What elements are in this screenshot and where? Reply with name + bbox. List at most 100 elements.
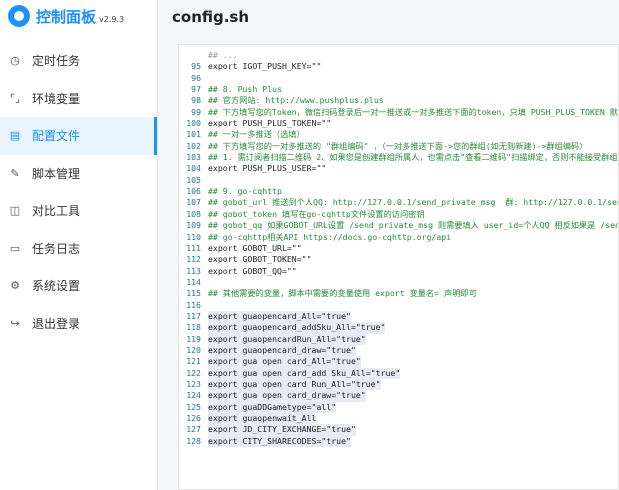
code-line[interactable]: 125 export guaDDGametype="all" [179, 401, 618, 413]
sidebar-item-6[interactable]: ▭ 任务日志 [0, 230, 157, 268]
line-text: ## 9. go-cqhttp [208, 186, 282, 197]
line-number: 128 [186, 435, 201, 446]
line-text: ## gobot_qq 如果GOBOT_URL设置 /send_private_… [208, 220, 618, 231]
sidebar: 控制面板 v2.9.3 ◷ 定时任务 ⌜⌟ 环境变量 ▤ 配置文件 ✎ 脚本管理 ◫ 对比工具 ▭ 任… [0, 0, 158, 490]
line-number: 100 [186, 118, 201, 129]
folder-icon: ▭ [9, 241, 21, 255]
code-line[interactable]: 119 export guaopencardRun_All="true" [179, 333, 618, 345]
sidebar-item-2[interactable]: ⌜⌟ 环境变量 [0, 80, 157, 118]
line-number: 101 [186, 129, 201, 140]
line-number: 105 [186, 174, 201, 185]
code-line[interactable]: 95 export IGOT_PUSH_KEY="" [179, 61, 618, 72]
line-number: 112 [186, 254, 201, 265]
line-text: export CITY_SHARECODES="true" [208, 435, 351, 448]
code-line[interactable]: 104 export PUSH_PLUS_USER="" [179, 163, 618, 174]
code-line[interactable]: 106 ## 9. go-cqhttp [179, 186, 618, 197]
line-text: export gua open card_All="true" [208, 356, 361, 368]
code-line[interactable]: 128 export CITY_SHARECODES="true" [179, 435, 618, 448]
line-number [179, 50, 208, 61]
sidebar-item-label: 系统设置 [32, 279, 81, 294]
code-line[interactable]: 114 [179, 277, 618, 288]
logout-icon: ↪ [10, 316, 20, 330]
code-line[interactable]: 99 ## 下方填写您的Token，微信扫码登录后一对一推送或一对多推送下面的to… [179, 106, 619, 118]
line-number: 102 [186, 140, 201, 151]
code-line[interactable]: 127 export JD_CITY_EXCHANGE="true" [179, 424, 618, 436]
line-number: 119 [186, 333, 201, 344]
line-number: 126 [186, 413, 201, 423]
app-title: 控制面板 [36, 7, 97, 26]
line-number: 127 [186, 424, 201, 435]
code-line[interactable]: 115 ## 其他需要的变量，脚本中需要的变量使用 export 变量名= 声明即… [179, 288, 618, 299]
line-text: export GOBOT_QQ="" [208, 265, 297, 276]
line-text: export gua open card Run_All="true" [208, 378, 381, 391]
code-line[interactable]: 96 [179, 72, 618, 84]
code-line[interactable]: 117 export guaopencard_All="true" [179, 310, 618, 323]
code-line[interactable]: 107 ## gobot_url 推送到个人QQ: http://127.0.0.… [179, 197, 618, 208]
line-number: 111 [186, 242, 201, 253]
line-number: 122 [186, 367, 201, 378]
sidebar-item-label: 配置文件 [32, 129, 81, 144]
code-line[interactable]: 111 export GOBOT_URL="" [179, 242, 618, 254]
code-line[interactable]: 110 ## go-cqhttp相关API https://docs.go-cqh… [179, 231, 618, 243]
line-number: 109 [186, 220, 201, 231]
line-text: ## 1. 需订阅者扫描二维码 2、如果您是创建群组所属人，也需点击"查看二维码… [208, 152, 619, 163]
line-text: export PUSH_PLUS_USER="" [208, 163, 327, 174]
line-text: ## 其他需要的变量，脚本中需要的变量使用 export 变量名= 声明即可 [208, 288, 477, 299]
code-line[interactable]: 109 ## gobot_qq 如果GOBOT_URL设置 /send_priva… [179, 220, 618, 231]
app-logo[interactable]: 控制面板 v2.9.3 [0, 0, 157, 32]
code-line[interactable]: 98 ## 官方网站: http://www.pushplus.plus [179, 95, 618, 106]
edit-icon: ✎ [10, 166, 20, 180]
sidebar-item-1[interactable]: ◷ 定时任务 [0, 42, 157, 80]
line-number: 120 [186, 344, 201, 355]
code-line[interactable]: 113 export GOBOT_QQ="" [179, 265, 618, 277]
code-line[interactable]: 124 export gua open card_draw="true" [179, 390, 618, 402]
code-line[interactable]: 122 export gua open card_add Sku_All="tru… [179, 367, 618, 379]
code-lines[interactable]: ## ... 95 export IGOT_PUSH_KEY="" 96 97 ## 8… [179, 50, 619, 448]
line-number: 103 [186, 152, 201, 163]
line-number: 104 [186, 163, 201, 174]
sidebar-item-label: 任务日志 [32, 241, 81, 256]
clock-icon: ◷ [10, 54, 20, 68]
line-text: ## go-cqhttp相关API https://docs.go-cqhttp… [208, 231, 452, 242]
settings-file-icon: ▤ [9, 129, 21, 143]
code-line[interactable]: 126 export guaopenwait_All [179, 413, 618, 425]
code-line[interactable]: 112 export GOBOT_TOKEN="" [179, 254, 618, 265]
code-line[interactable]: 116 [179, 299, 618, 311]
code-editor[interactable]: ## ... 95 export IGOT_PUSH_KEY="" 96 97 ## 8… [178, 44, 619, 490]
line-number: 106 [186, 186, 201, 197]
line-text: export guaDDGametype="all" [208, 401, 337, 413]
diff-icon: ◫ [9, 204, 21, 218]
line-text: ## 下方填写您的Token，微信扫码登录后一对一推送或一对多推送下面的toke… [208, 106, 619, 117]
app-version: v2.9.3 [99, 14, 125, 24]
line-text: export gua open card_add Sku_All="true" [208, 367, 401, 379]
line-number: 116 [186, 299, 201, 310]
code-line[interactable]: 123 export gua open card Run_All="true" [179, 378, 618, 391]
line-text: ## gobot_token 填写在go-cqhttp文件设置的访问密钥 [208, 208, 425, 219]
sidebar-item-8[interactable]: ↪ 退出登录 [0, 305, 157, 343]
line-number: 96 [191, 72, 201, 83]
code-line[interactable]: 97 ## 8. Push Plus [179, 84, 618, 95]
gear-icon: ⚙ [10, 279, 20, 293]
code-line[interactable]: 108 ## gobot_token 填写在go-cqhttp文件设置的访问密钥 [179, 208, 618, 220]
code-line[interactable]: 100 export PUSH_PLUS_TOKEN="" [179, 118, 618, 129]
code-line[interactable]: 105 [179, 174, 618, 186]
line-number: 125 [186, 401, 201, 412]
code-line[interactable]: 121 export gua open card_All="true" [179, 356, 618, 368]
line-number: 117 [186, 310, 201, 321]
code-line[interactable]: 102 ## 下方填写您的一对多推送的 "群组编码" ，（一对多推送下面->您的群… [179, 140, 618, 152]
code-line[interactable]: ## ... [179, 50, 618, 61]
code-line[interactable]: 101 ## 一对一多推送（选填） [179, 129, 618, 140]
sidebar-nav: ◷ 定时任务 ⌜⌟ 环境变量 ▤ 配置文件 ✎ 脚本管理 ◫ 对比工具 ▭ 任务日志 ⚙ 系统设置 ↪ 退出登… [0, 42, 157, 342]
code-line[interactable]: 118 export guaopencard_addSku_All="true" [179, 322, 618, 334]
sidebar-item-label: 对比工具 [32, 204, 81, 219]
sidebar-item-7[interactable]: ⚙ 系统设置 [0, 267, 157, 305]
code-line[interactable]: 120 export guaopencard_draw="true" [179, 344, 618, 357]
sidebar-item-3[interactable]: ▤ 配置文件 [0, 117, 157, 155]
line-number: 107 [186, 197, 201, 208]
code-line[interactable]: 103 ## 1. 需订阅者扫描二维码 2、如果您是创建群组所属人，也需点击"查看… [179, 152, 619, 163]
sidebar-item-5[interactable]: ◫ 对比工具 [0, 192, 157, 230]
line-number: 110 [186, 231, 201, 242]
sidebar-item-4[interactable]: ✎ 脚本管理 [0, 155, 157, 193]
line-text: export GOBOT_TOKEN="" [208, 254, 312, 265]
bracket-icon: ⌜⌟ [9, 91, 21, 105]
